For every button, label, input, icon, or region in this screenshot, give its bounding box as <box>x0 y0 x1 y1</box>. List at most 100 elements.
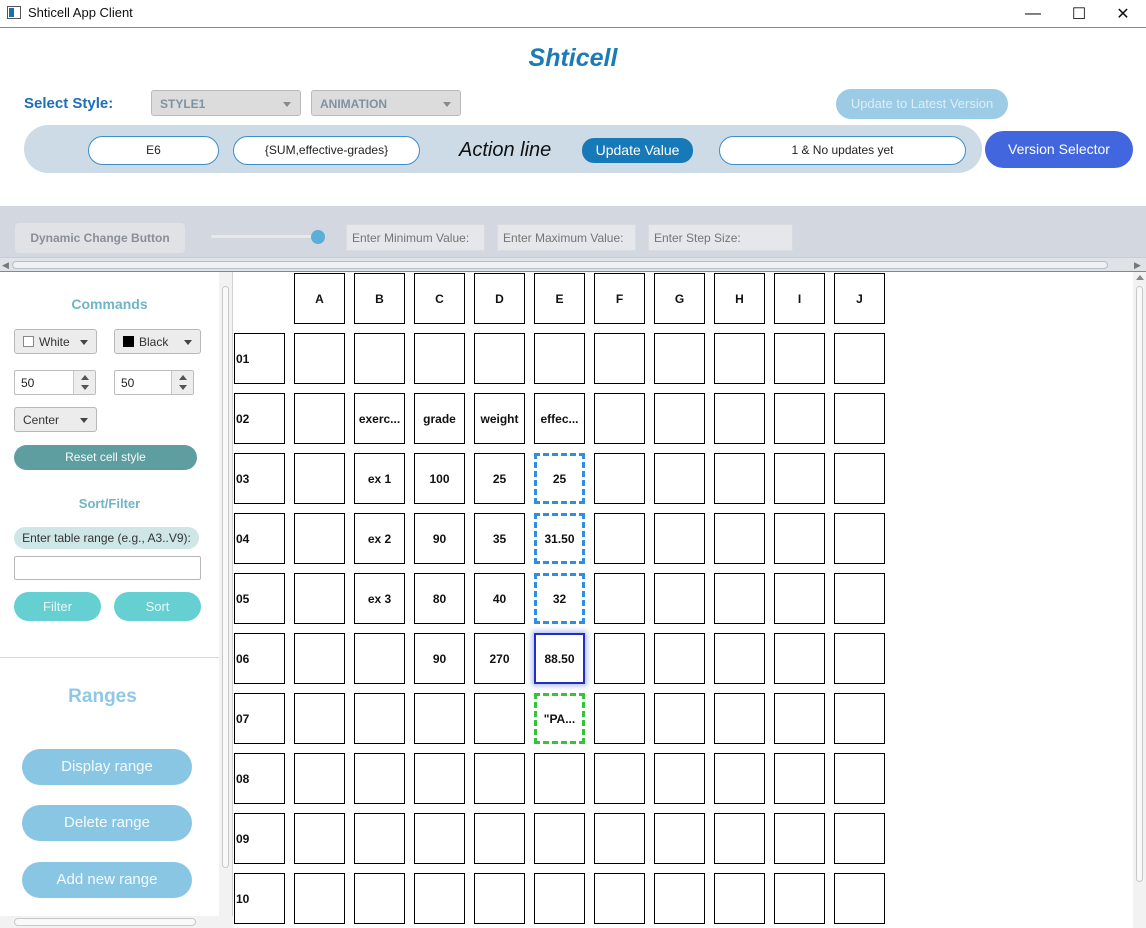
style-combo[interactable]: STYLE1 <box>151 90 301 116</box>
cell-B9[interactable] <box>354 813 405 864</box>
left-panel-vertical-scrollbar[interactable] <box>219 272 232 916</box>
scroll-left-icon[interactable]: ◀ <box>2 258 9 272</box>
cell-F1[interactable] <box>594 333 645 384</box>
row-header-08[interactable]: 08 <box>234 753 285 804</box>
cell-G9[interactable] <box>654 813 705 864</box>
grid-vertical-scrollbar[interactable] <box>1133 272 1146 928</box>
cell-I2[interactable] <box>774 393 825 444</box>
cell-E3[interactable]: 25 <box>534 453 585 504</box>
cell-G10[interactable] <box>654 873 705 924</box>
cell-B10[interactable] <box>354 873 405 924</box>
cell-B6[interactable] <box>354 633 405 684</box>
cell-C6[interactable]: 90 <box>414 633 465 684</box>
cell-A1[interactable] <box>294 333 345 384</box>
decrement-icon[interactable] <box>81 385 89 390</box>
cell-E5[interactable]: 32 <box>534 573 585 624</box>
cell-C2[interactable]: grade <box>414 393 465 444</box>
cell-C9[interactable] <box>414 813 465 864</box>
cell-D6[interactable]: 270 <box>474 633 525 684</box>
cell-C7[interactable] <box>414 693 465 744</box>
cell-E9[interactable] <box>534 813 585 864</box>
cell-B2[interactable]: exerc... <box>354 393 405 444</box>
cell-H7[interactable] <box>714 693 765 744</box>
cell-H10[interactable] <box>714 873 765 924</box>
column-width-spinner[interactable]: 50 <box>14 370 96 395</box>
cell-F10[interactable] <box>594 873 645 924</box>
row-header-07[interactable]: 07 <box>234 693 285 744</box>
cell-G6[interactable] <box>654 633 705 684</box>
background-color-picker[interactable]: White <box>14 329 97 354</box>
column-header-J[interactable]: J <box>834 273 885 324</box>
cell-G1[interactable] <box>654 333 705 384</box>
scroll-right-icon[interactable]: ▶ <box>1134 258 1141 272</box>
table-range-input[interactable] <box>14 556 201 580</box>
row-header-04[interactable]: 04 <box>234 513 285 564</box>
dynamic-change-button[interactable]: Dynamic Change Button <box>15 223 185 253</box>
cell-A8[interactable] <box>294 753 345 804</box>
cell-F6[interactable] <box>594 633 645 684</box>
cell-A10[interactable] <box>294 873 345 924</box>
cell-J6[interactable] <box>834 633 885 684</box>
cell-C3[interactable]: 100 <box>414 453 465 504</box>
column-header-E[interactable]: E <box>534 273 585 324</box>
cell-B8[interactable] <box>354 753 405 804</box>
cell-G3[interactable] <box>654 453 705 504</box>
scrollbar-thumb[interactable] <box>1136 286 1143 882</box>
row-header-05[interactable]: 05 <box>234 573 285 624</box>
cell-A2[interactable] <box>294 393 345 444</box>
cell-J10[interactable] <box>834 873 885 924</box>
cell-A5[interactable] <box>294 573 345 624</box>
increment-icon[interactable] <box>179 375 187 380</box>
row-header-03[interactable]: 03 <box>234 453 285 504</box>
reset-cell-style-button[interactable]: Reset cell style <box>14 445 197 470</box>
cell-D10[interactable] <box>474 873 525 924</box>
cell-I4[interactable] <box>774 513 825 564</box>
row-header-02[interactable]: 02 <box>234 393 285 444</box>
cell-J8[interactable] <box>834 753 885 804</box>
cell-I1[interactable] <box>774 333 825 384</box>
cell-B3[interactable]: ex 1 <box>354 453 405 504</box>
row-header-10[interactable]: 10 <box>234 873 285 924</box>
top-horizontal-scrollbar[interactable]: ◀ ▶ <box>0 257 1146 271</box>
dynamic-slider-track[interactable] <box>211 235 318 238</box>
cell-B5[interactable]: ex 3 <box>354 573 405 624</box>
step-size-input[interactable] <box>648 224 793 251</box>
cell-D8[interactable] <box>474 753 525 804</box>
cell-A3[interactable] <box>294 453 345 504</box>
column-header-D[interactable]: D <box>474 273 525 324</box>
cell-I9[interactable] <box>774 813 825 864</box>
filter-button[interactable]: Filter <box>14 592 101 621</box>
cell-D2[interactable]: weight <box>474 393 525 444</box>
cell-E2[interactable]: effec... <box>534 393 585 444</box>
cell-A4[interactable] <box>294 513 345 564</box>
cell-F7[interactable] <box>594 693 645 744</box>
cell-A9[interactable] <box>294 813 345 864</box>
scroll-up-icon[interactable] <box>1136 275 1144 280</box>
cell-D4[interactable]: 35 <box>474 513 525 564</box>
cell-E8[interactable] <box>534 753 585 804</box>
minimize-button[interactable]: — <box>1010 0 1056 28</box>
cell-D5[interactable]: 40 <box>474 573 525 624</box>
cell-H2[interactable] <box>714 393 765 444</box>
cell-F8[interactable] <box>594 753 645 804</box>
cell-H3[interactable] <box>714 453 765 504</box>
max-value-input[interactable] <box>497 224 636 251</box>
row-height-spinner[interactable]: 50 <box>114 370 194 395</box>
text-color-picker[interactable]: Black <box>114 329 201 354</box>
cell-I5[interactable] <box>774 573 825 624</box>
decrement-icon[interactable] <box>179 385 187 390</box>
sort-button[interactable]: Sort <box>114 592 201 621</box>
cell-G4[interactable] <box>654 513 705 564</box>
scrollbar-thumb[interactable] <box>14 918 196 926</box>
cell-D1[interactable] <box>474 333 525 384</box>
cell-D3[interactable]: 25 <box>474 453 525 504</box>
cell-G8[interactable] <box>654 753 705 804</box>
cell-E10[interactable] <box>534 873 585 924</box>
column-header-I[interactable]: I <box>774 273 825 324</box>
cell-J9[interactable] <box>834 813 885 864</box>
dynamic-slider-thumb[interactable] <box>311 230 325 244</box>
cell-J4[interactable] <box>834 513 885 564</box>
column-header-G[interactable]: G <box>654 273 705 324</box>
column-header-F[interactable]: F <box>594 273 645 324</box>
cell-J2[interactable] <box>834 393 885 444</box>
